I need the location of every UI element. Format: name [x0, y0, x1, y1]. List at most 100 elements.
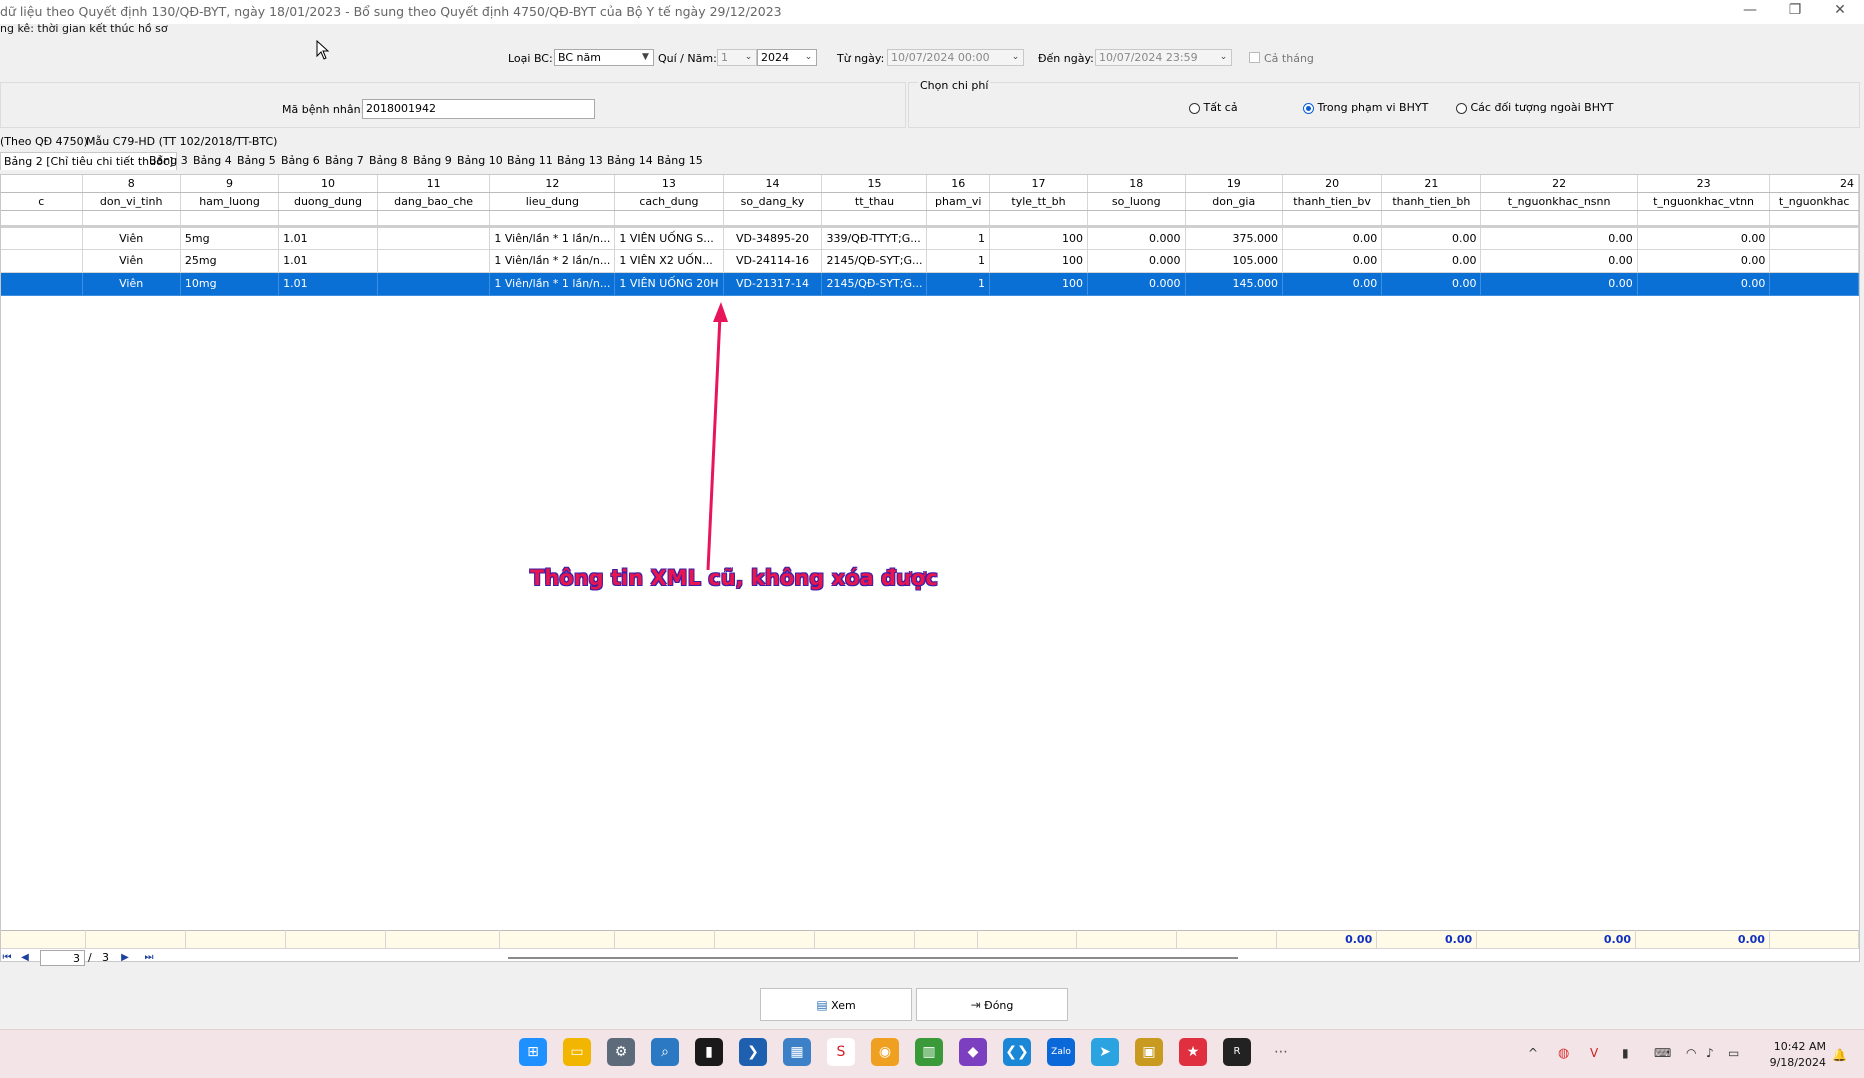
tab-bang-8[interactable]: Bảng 8 — [366, 152, 411, 170]
restore-button[interactable]: ❐ — [1780, 2, 1810, 20]
chart-app-icon[interactable]: ▦ — [783, 1038, 811, 1066]
wifi-icon[interactable]: ◠ — [1686, 1046, 1696, 1060]
vscode-icon[interactable]: ❮❯ — [1003, 1038, 1031, 1066]
column-number: 14 — [723, 175, 823, 193]
zalo-icon[interactable]: Zalo — [1047, 1038, 1075, 1066]
powershell-icon[interactable]: ❯ — [739, 1038, 767, 1066]
column-header[interactable]: tt_thau — [821, 192, 928, 211]
close-button[interactable]: ✕ — [1825, 2, 1855, 20]
visual-studio-icon[interactable]: ◆ — [959, 1038, 987, 1066]
ma-benh-nhan-input[interactable]: 2018001942 — [362, 99, 595, 119]
column-number: 24 — [1769, 175, 1859, 193]
chrome-tray-icon[interactable]: ◍ — [1558, 1046, 1569, 1061]
tab-bang-3[interactable]: Bảng 3 — [146, 152, 191, 170]
tab-bang-6[interactable]: Bảng 6 — [278, 152, 323, 170]
overflow-apps-icon[interactable]: ⋯ — [1267, 1038, 1295, 1066]
keyboard-tray-icon[interactable]: ⌨ — [1654, 1046, 1671, 1060]
nam-select[interactable]: 2024 ⌄ — [757, 49, 817, 66]
column-header[interactable]: so_dang_ky — [723, 192, 823, 211]
notification-bell-icon[interactable]: 🔔 — [1832, 1048, 1847, 1062]
tab-bang-9[interactable]: Bảng 9 — [410, 152, 455, 170]
radio-trong-pham-vi-bhyt[interactable]: Trong phạm vi BHYT — [1303, 101, 1428, 114]
battery-tray-icon[interactable]: ▮ — [1622, 1046, 1629, 1060]
column-header[interactable]: t_nguonkhac_vtnn — [1637, 192, 1771, 211]
terminal-icon[interactable]: ▮ — [695, 1038, 723, 1066]
first-page-icon[interactable]: ⏮ — [0, 951, 14, 965]
column-header[interactable]: don_vi_tinh — [82, 192, 181, 211]
column-header[interactable]: don_gia — [1185, 192, 1283, 211]
tab-theo-qd-4750[interactable]: (Theo QĐ 4750) — [0, 135, 88, 148]
chevron-up-icon[interactable]: ^ — [1528, 1046, 1538, 1060]
table-row[interactable]: Viên 5mg 1.01 1 Viên/lần * 1 lần/n... 1 … — [1, 226, 1859, 250]
remote-app-icon[interactable]: R — [1223, 1038, 1251, 1066]
telegram-icon[interactable]: ➤ — [1091, 1038, 1119, 1066]
radio-tat-ca[interactable]: Tất cả — [1189, 101, 1238, 114]
minimize-button[interactable]: — — [1735, 2, 1765, 20]
radio-tat-ca-label: Tất cả — [1203, 101, 1238, 114]
column-number: 11 — [377, 175, 491, 193]
star-app-icon[interactable]: ★ — [1179, 1038, 1207, 1066]
column-header[interactable]: t_nguonkhac — [1769, 192, 1859, 211]
radio-ngoai-bhyt[interactable]: Các đối tượng ngoài BHYT — [1456, 101, 1613, 114]
prev-page-icon[interactable]: ◀ — [18, 951, 32, 965]
table-row[interactable]: Viên 25mg 1.01 1 Viên/lần * 2 lần/n... 1… — [1, 249, 1859, 273]
clock-time[interactable]: 10:42 AM — [1760, 1040, 1826, 1053]
qui-select[interactable]: 1 ⌄ — [717, 49, 757, 66]
v-tray-icon[interactable]: V — [1590, 1046, 1598, 1060]
tab-mau-c79-hd[interactable]: Mẫu C79-HD (TT 102/2018/TT-BTC) — [86, 135, 277, 148]
tab-bang-11[interactable]: Bảng 11 — [504, 152, 556, 170]
den-ngay-label: Đến ngày: — [1038, 52, 1094, 65]
tab-bang-5[interactable]: Bảng 5 — [234, 152, 279, 170]
search-app-icon[interactable]: ⌕ — [651, 1038, 679, 1066]
chevron-down-icon: ⌄ — [1011, 52, 1020, 62]
archive-icon[interactable]: ▣ — [1135, 1038, 1163, 1066]
loai-bc-select[interactable]: BC năm ▼ — [554, 49, 654, 66]
next-page-icon[interactable]: ▶ — [118, 951, 132, 965]
chevron-down-icon: ▼ — [642, 52, 649, 62]
tab-bang-13[interactable]: Bảng 13 — [554, 152, 606, 170]
dong-button[interactable]: ⇥ Đóng — [916, 988, 1068, 1021]
last-page-icon[interactable]: ⏭ — [142, 951, 156, 965]
den-ngay-picker[interactable]: 10/07/2024 23:59 ⌄ — [1095, 49, 1232, 66]
browser-icon[interactable]: ◉ — [871, 1038, 899, 1066]
radio-icon — [1456, 102, 1467, 114]
column-header[interactable]: tyle_tt_bh — [989, 192, 1088, 211]
chevron-down-icon: ⌄ — [1219, 52, 1228, 62]
settings-icon[interactable]: ⚙ — [607, 1038, 635, 1066]
page-input[interactable]: 3 — [40, 950, 85, 966]
column-header[interactable]: c — [1, 192, 83, 211]
windows-start-icon[interactable]: ⊞ — [519, 1038, 547, 1066]
filter-row[interactable] — [1, 210, 1859, 228]
column-number: 13 — [614, 175, 724, 193]
column-header[interactable]: t_nguonkhac_nsnn — [1480, 192, 1638, 211]
chevron-down-icon: ⌄ — [804, 52, 813, 62]
column-header[interactable]: cach_dung — [614, 192, 724, 211]
column-header[interactable]: ham_luong — [180, 192, 280, 211]
tab-bang-4[interactable]: Bảng 4 — [190, 152, 235, 170]
column-header[interactable]: so_luong — [1087, 192, 1186, 211]
annotation-text: Thông tin XML cũ, không xóa được — [530, 566, 938, 590]
clock-date[interactable]: 9/18/2024 — [1760, 1056, 1826, 1069]
tab-bang-7[interactable]: Bảng 7 — [322, 152, 367, 170]
s-app-icon[interactable]: S — [827, 1038, 855, 1066]
column-header[interactable]: duong_dung — [278, 192, 378, 211]
tab-bang-10[interactable]: Bảng 10 — [454, 152, 506, 170]
tab-bang-15[interactable]: Bảng 15 — [654, 152, 706, 170]
horizontal-scrollbar[interactable] — [508, 957, 1238, 959]
column-header[interactable]: thanh_tien_bh — [1381, 192, 1482, 211]
view-report-icon: ▤ — [816, 998, 828, 1012]
battery-icon[interactable]: ▭ — [1728, 1046, 1739, 1060]
column-header[interactable]: dang_bao_che — [377, 192, 491, 211]
volume-icon[interactable]: ♪ — [1706, 1046, 1714, 1060]
table-row-selected[interactable]: Viên 10mg 1.01 1 Viên/lần * 1 lần/n... 1… — [1, 272, 1859, 296]
ca-thang-checkbox[interactable] — [1249, 52, 1260, 63]
column-header[interactable]: thanh_tien_bv — [1282, 192, 1383, 211]
tu-ngay-picker[interactable]: 10/07/2024 00:00 ⌄ — [887, 49, 1024, 66]
radio-ngoai-bhyt-label: Các đối tượng ngoài BHYT — [1470, 101, 1614, 114]
spreadsheet-icon[interactable]: ▥ — [915, 1038, 943, 1066]
tab-bang-14[interactable]: Bảng 14 — [604, 152, 656, 170]
file-explorer-icon[interactable]: ▭ — [563, 1038, 591, 1066]
column-header[interactable]: lieu_dung — [489, 192, 616, 211]
xem-button[interactable]: ▤ Xem — [760, 988, 912, 1021]
column-header[interactable]: pham_vi — [926, 192, 991, 211]
